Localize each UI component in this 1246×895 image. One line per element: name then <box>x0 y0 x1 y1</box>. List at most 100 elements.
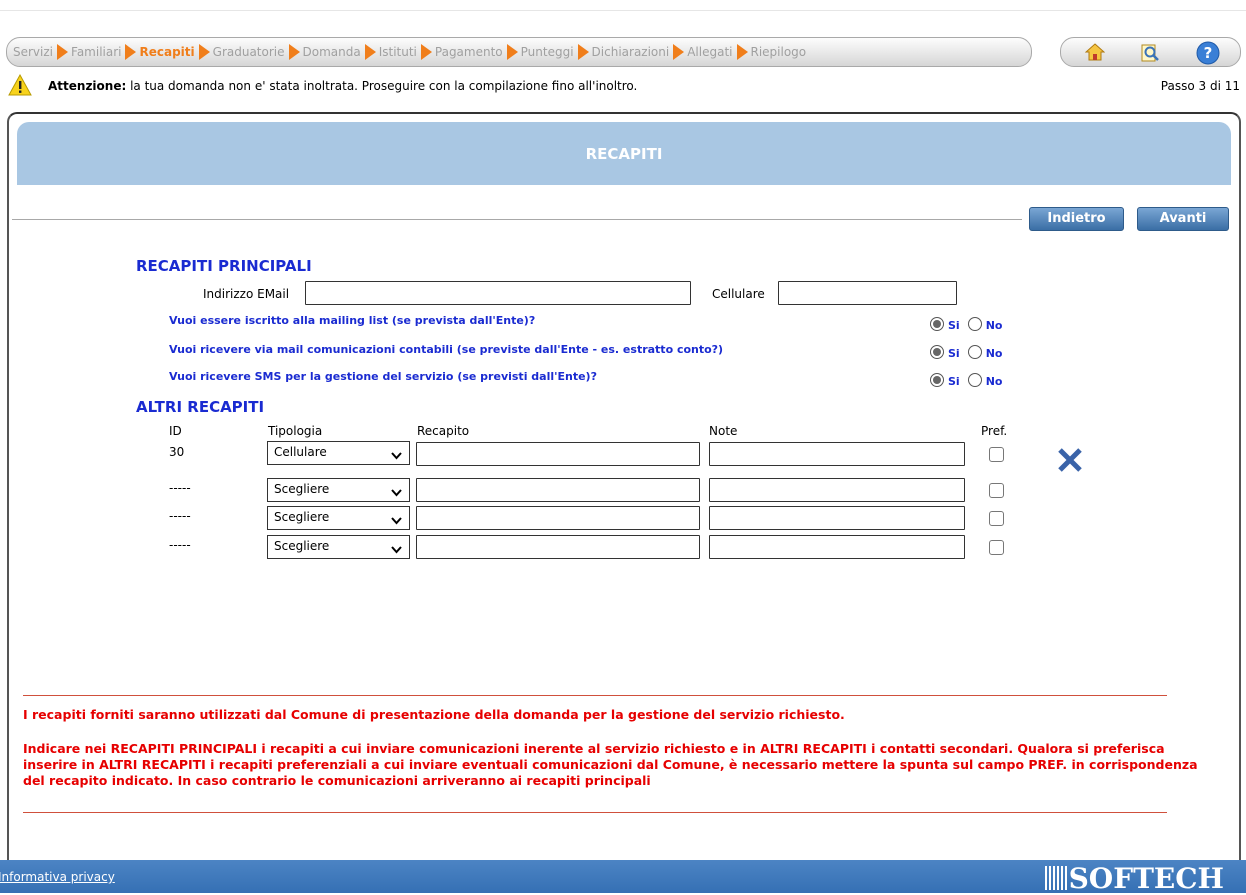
step-arrow-icon <box>420 44 432 60</box>
warning-text: la tua domanda non e' stata inoltrata. P… <box>126 79 638 93</box>
note-field[interactable] <box>709 506 965 530</box>
step-familiari[interactable]: Familiari <box>71 45 121 59</box>
next-button-label: Avanti <box>1159 211 1207 226</box>
step-dichiarazioni[interactable]: Dichiarazioni <box>592 45 670 59</box>
mailing-list-question: Vuoi essere iscritto alla mailing list (… <box>169 314 536 327</box>
pref-checkbox[interactable] <box>989 540 1004 555</box>
step-punteggi[interactable]: Punteggi <box>521 45 574 59</box>
tipologia-value: Scegliere <box>274 539 330 553</box>
privacy-link[interactable]: Informativa privacy <box>0 870 115 884</box>
column-header-id: ID <box>169 424 182 438</box>
notes-top-rule <box>23 695 1167 696</box>
pref-checkbox[interactable] <box>989 483 1004 498</box>
radio-no-label: No <box>985 319 1003 332</box>
email-field[interactable] <box>305 281 691 305</box>
radio-no-label: No <box>985 347 1003 360</box>
radio-yes-label: Si <box>948 347 960 360</box>
radio-yes-label: Si <box>948 319 960 332</box>
step-allegati[interactable]: Allegati <box>687 45 732 59</box>
tipologia-select[interactable]: Scegliere <box>267 535 410 559</box>
mailing-list-radios: Si No <box>930 316 1010 332</box>
next-button[interactable]: Avanti <box>1137 207 1229 231</box>
notes-bottom-rule <box>23 812 1167 813</box>
sms-radios: Si No <box>930 372 1010 388</box>
step-arrow-icon <box>57 44 69 60</box>
row-id: ----- <box>169 481 191 495</box>
row-id: ----- <box>169 509 191 523</box>
pref-checkbox[interactable] <box>989 447 1004 462</box>
page-title: RECAPITI <box>585 144 663 163</box>
step-riepilogo[interactable]: Riepilogo <box>751 45 807 59</box>
column-header-note: Note <box>709 424 738 438</box>
note-field[interactable] <box>709 535 965 559</box>
tipologia-select[interactable]: Scegliere <box>267 506 410 530</box>
cellulare-field[interactable] <box>778 281 957 305</box>
radio-no-label: No <box>985 375 1003 388</box>
step-servizi[interactable]: Servizi <box>13 45 53 59</box>
note-field[interactable] <box>709 478 965 502</box>
svg-text:?: ? <box>1204 44 1213 62</box>
step-pagamento[interactable]: Pagamento <box>435 45 503 59</box>
step-arrow-icon <box>736 44 748 60</box>
tipologia-value: Scegliere <box>274 482 330 496</box>
notes-instructions: Indicare nei RECAPITI PRINCIPALI i recap… <box>23 741 1198 788</box>
column-header-tipologia: Tipologia <box>268 424 323 438</box>
warning-message: Attenzione: la tua domanda non e' stata … <box>48 79 637 93</box>
tipologia-value: Scegliere <box>274 510 330 524</box>
radio-no[interactable] <box>967 373 982 387</box>
cell-label: Cellulare <box>712 287 765 301</box>
recapito-field[interactable] <box>416 442 700 466</box>
tipologia-select[interactable]: Scegliere <box>267 478 410 502</box>
chevron-down-icon <box>391 486 402 500</box>
brand-name: SOFTECH <box>1068 862 1224 895</box>
step-domanda[interactable]: Domanda <box>303 45 361 59</box>
footer: Informativa privacy SOFTECH <box>0 860 1246 895</box>
tipologia-value: Cellulare <box>274 445 327 459</box>
softech-logo: SOFTECH <box>1044 862 1224 895</box>
radio-yes[interactable] <box>930 345 944 359</box>
search-document-icon[interactable] <box>1139 43 1161 66</box>
home-icon[interactable] <box>1084 43 1106 64</box>
back-button-label: Indietro <box>1047 211 1106 226</box>
step-arrow-icon <box>288 44 300 60</box>
step-arrow-icon <box>364 44 376 60</box>
notes-usage: I recapiti forniti saranno utilizzati da… <box>23 707 845 722</box>
radio-yes[interactable] <box>930 373 944 387</box>
recapito-field[interactable] <box>416 478 700 502</box>
column-header-recapito: Recapito <box>417 424 470 438</box>
pref-checkbox[interactable] <box>989 511 1004 526</box>
top-divider <box>0 10 1246 11</box>
quick-actions: ? <box>1060 37 1241 67</box>
row-id: 30 <box>169 445 185 459</box>
contabili-radios: Si No <box>930 344 1010 360</box>
radio-no[interactable] <box>967 345 982 359</box>
step-recapiti[interactable]: Recapiti <box>139 45 194 59</box>
radio-yes[interactable] <box>930 317 944 331</box>
step-graduatorie[interactable]: Graduatorie <box>213 45 285 59</box>
step-arrow-icon <box>198 44 210 60</box>
contabili-question: Vuoi ricevere via mail comunicazioni con… <box>169 343 724 356</box>
recapito-field[interactable] <box>416 506 700 530</box>
step-counter: Passo 3 di 11 <box>1160 79 1240 93</box>
note-field[interactable] <box>709 442 965 466</box>
sms-question: Vuoi ricevere SMS per la gestione del se… <box>169 370 597 383</box>
help-icon[interactable]: ? <box>1196 41 1220 68</box>
warning-icon <box>8 73 32 99</box>
logo-bars-icon <box>1044 866 1067 890</box>
nav-divider <box>12 219 1022 220</box>
recapito-field[interactable] <box>416 535 700 559</box>
chevron-down-icon <box>391 449 402 463</box>
email-label: Indirizzo EMail <box>203 287 290 301</box>
back-button[interactable]: Indietro <box>1029 207 1124 231</box>
radio-no[interactable] <box>967 317 982 331</box>
tipologia-select[interactable]: Cellulare <box>267 441 410 465</box>
step-arrow-icon <box>125 44 137 60</box>
radio-yes-label: Si <box>948 375 960 388</box>
wizard-steps: Servizi Familiari Recapiti Graduatorie D… <box>6 37 1032 67</box>
column-header-pref: Pref. <box>981 424 1008 438</box>
row-id: ----- <box>169 538 191 552</box>
altri-title: ALTRI RECAPITI <box>136 398 265 416</box>
step-istituti[interactable]: Istituti <box>379 45 417 59</box>
delete-icon[interactable] <box>1057 447 1083 476</box>
chevron-down-icon <box>391 514 402 528</box>
